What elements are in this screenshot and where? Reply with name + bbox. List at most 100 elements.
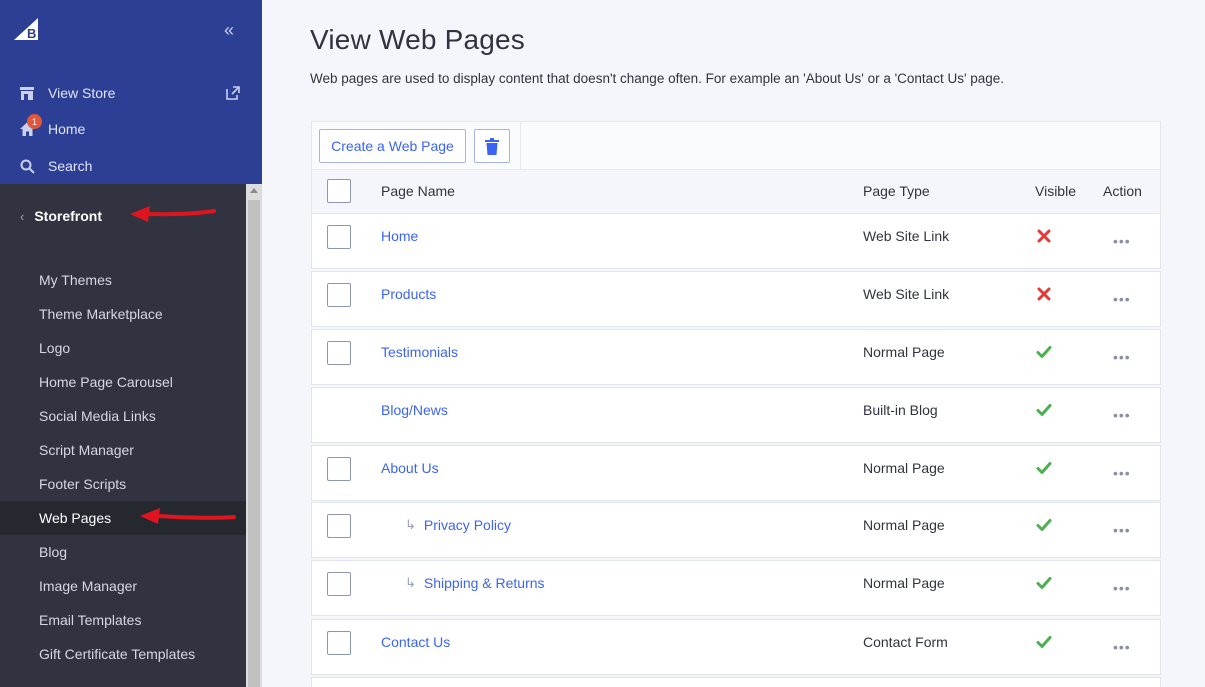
sidebar-item-gift-certificate-templates[interactable]: Gift Certificate Templates — [0, 637, 246, 671]
select-all-checkbox[interactable] — [327, 179, 351, 203]
page-type: Normal Page — [863, 460, 945, 476]
sidebar-item-social-media-links[interactable]: Social Media Links — [0, 399, 246, 433]
sidebar-scrollbar[interactable] — [246, 184, 262, 687]
table-row: Testimonials Normal Page ••• — [311, 329, 1161, 385]
collapse-sidebar-icon[interactable]: « — [224, 20, 234, 40]
scrollbar-thumb[interactable] — [248, 200, 260, 687]
page-name-link[interactable]: About Us — [381, 460, 439, 476]
sidebar-item-footer-scripts[interactable]: Footer Scripts — [0, 467, 246, 501]
sidebar-item-logo[interactable]: Logo — [0, 331, 246, 365]
create-web-page-button[interactable]: Create a Web Page — [319, 129, 466, 163]
row-checkbox[interactable] — [327, 514, 351, 538]
bigcommerce-logo[interactable]: B — [12, 16, 42, 42]
page-type: Built-in Blog — [863, 402, 938, 418]
header-visible[interactable]: Visible — [1035, 183, 1076, 199]
page-type: Normal Page — [863, 344, 945, 360]
storefront-icon — [18, 84, 36, 102]
notification-badge: 1 — [27, 114, 42, 129]
table-row — [311, 677, 1161, 687]
sidebar-item-label: Image Manager — [39, 578, 138, 594]
visible-check-icon[interactable] — [1036, 634, 1052, 650]
page-type: Normal Page — [863, 575, 945, 591]
table-header: Page Name Page Type Visible Action — [311, 170, 1161, 213]
page-name-link[interactable]: ↳ Shipping & Returns — [405, 575, 545, 591]
table-row: Contact Us Contact Form ••• — [311, 619, 1161, 675]
hidden-x-icon[interactable] — [1036, 286, 1052, 302]
sidebar-item-image-manager[interactable]: Image Manager — [0, 569, 246, 603]
subpage-arrow-icon: ↳ — [405, 517, 416, 532]
header-page-name[interactable]: Page Name — [381, 183, 455, 199]
section-title: Storefront — [34, 208, 103, 224]
table-row: Products Web Site Link ••• — [311, 271, 1161, 327]
visible-check-icon[interactable] — [1036, 517, 1052, 533]
sidebar-item-my-themes[interactable]: My Themes — [0, 263, 246, 297]
page-type: Normal Page — [863, 517, 945, 533]
search-link[interactable]: Search — [18, 155, 92, 177]
sidebar-item-script-manager[interactable]: Script Manager — [0, 433, 246, 467]
visible-check-icon[interactable] — [1036, 460, 1052, 476]
sidebar-item-label: Gift Certificate Templates — [39, 646, 196, 662]
annotation-arrow-storefront — [130, 206, 216, 222]
storefront-section-back[interactable]: ‹ Storefront — [20, 205, 102, 227]
row-actions-menu-icon[interactable]: ••• — [1113, 580, 1131, 596]
row-checkbox[interactable] — [327, 283, 351, 307]
annotation-arrow-web-pages — [140, 508, 236, 524]
sidebar-item-home-page-carousel[interactable]: Home Page Carousel — [0, 365, 246, 399]
row-actions-menu-icon[interactable]: ••• — [1113, 291, 1131, 307]
page-name-text: Home — [381, 228, 419, 244]
page-name-text: Privacy Policy — [423, 517, 512, 533]
visible-check-icon[interactable] — [1036, 344, 1052, 360]
row-checkbox[interactable] — [327, 631, 351, 655]
sidebar-item-blog[interactable]: Blog — [0, 535, 246, 569]
row-checkbox[interactable] — [327, 457, 351, 481]
sidebar-item-label: Email Templates — [39, 612, 142, 628]
page-name-link[interactable]: Contact Us — [381, 634, 450, 650]
row-actions-menu-icon[interactable]: ••• — [1113, 407, 1131, 423]
row-checkbox[interactable] — [327, 225, 351, 249]
row-actions-menu-icon[interactable]: ••• — [1113, 522, 1131, 538]
page-name-link[interactable]: Testimonials — [381, 344, 458, 360]
sidebar-item-email-templates[interactable]: Email Templates — [0, 603, 246, 637]
external-link-icon[interactable] — [226, 86, 240, 100]
search-label: Search — [48, 158, 93, 174]
sidebar: B « View Store Home 1 Search ‹ Storefron… — [0, 0, 262, 687]
table-row: Home Web Site Link ••• — [311, 213, 1161, 269]
sidebar-item-theme-marketplace[interactable]: Theme Marketplace — [0, 297, 246, 331]
row-actions-menu-icon[interactable]: ••• — [1113, 233, 1131, 249]
scroll-up-icon[interactable] — [250, 188, 258, 193]
view-store-link[interactable]: View Store — [18, 82, 115, 104]
page-type: Web Site Link — [863, 228, 950, 244]
page-name-link[interactable]: Home — [381, 228, 418, 244]
svg-text:B: B — [27, 26, 36, 41]
row-checkbox[interactable] — [327, 572, 351, 596]
hidden-x-icon[interactable] — [1036, 228, 1052, 244]
page-type: Contact Form — [863, 634, 948, 650]
page-title: View Web Pages — [310, 24, 526, 55]
row-checkbox[interactable] — [327, 341, 351, 365]
main-content: View Web Pages Web pages are used to dis… — [262, 0, 1205, 687]
sidebar-item-label: Script Manager — [39, 442, 134, 458]
visible-check-icon[interactable] — [1036, 402, 1052, 418]
page-type: Web Site Link — [863, 286, 950, 302]
page-name-link[interactable]: Blog/News — [381, 402, 448, 418]
row-actions-menu-icon[interactable]: ••• — [1113, 639, 1131, 655]
row-actions-menu-icon[interactable]: ••• — [1113, 465, 1131, 481]
page-name-text: Shipping & Returns — [423, 575, 545, 591]
table-row: ↳ Privacy Policy Normal Page ••• — [311, 502, 1161, 558]
table-row: Blog/News Built-in Blog ••• — [311, 387, 1161, 443]
page-name-link[interactable]: Products — [381, 286, 436, 302]
delete-button[interactable] — [474, 129, 510, 163]
row-actions-menu-icon[interactable]: ••• — [1113, 349, 1131, 365]
table-row: About Us Normal Page ••• — [311, 445, 1161, 501]
page-description: Web pages are used to display content th… — [310, 71, 1005, 86]
subpage-arrow-icon: ↳ — [405, 575, 416, 590]
page-name-text: Blog/News — [381, 402, 448, 418]
visible-check-icon[interactable] — [1036, 575, 1052, 591]
table-toolbar: Create a Web Page — [311, 121, 1161, 170]
header-action: Action — [1103, 183, 1142, 199]
page-name-text: About Us — [381, 460, 439, 476]
view-store-label: View Store — [48, 85, 116, 101]
page-name-link[interactable]: ↳ Privacy Policy — [405, 517, 511, 533]
header-page-type[interactable]: Page Type — [863, 183, 930, 199]
trash-icon — [485, 137, 499, 155]
